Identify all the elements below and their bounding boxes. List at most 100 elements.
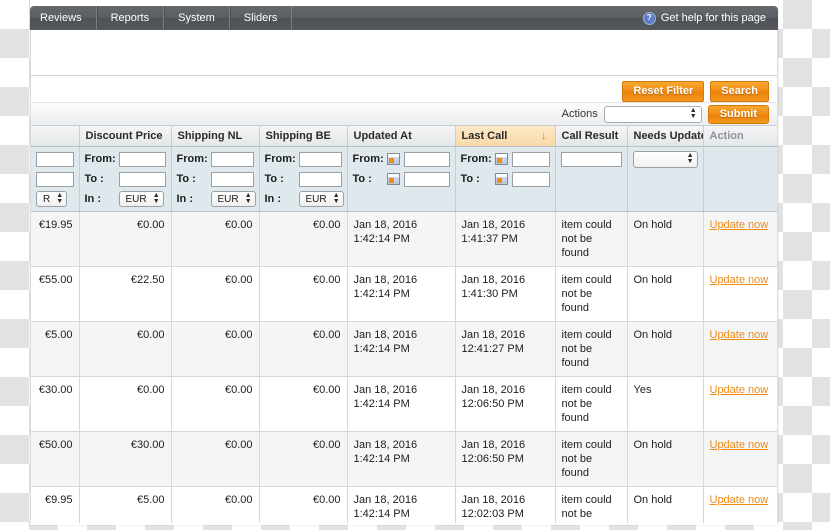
filter-price-from-input[interactable] [36,151,74,167]
filter-discount-to-line: To : [85,171,166,187]
filter-shipping-nl-currency-select[interactable]: EUR ▲ ▼ [210,191,256,207]
search-button[interactable]: Search [710,80,769,102]
table-row: €9.95 €5.00 €0.00 €0.00 Jan 18, 2016 1:42:14… [31,486,777,523]
filter-shipping-nl-to-input[interactable] [210,171,254,187]
cell-shipping-be: €0.00 [259,266,348,322]
cell-updated-at: Jan 18, 2016 1:42:14 PM [347,431,456,487]
stepper-arrows-icon: ▲ ▼ [152,192,160,205]
nav-tab-reviews[interactable]: Reviews [30,6,97,30]
update-now-link[interactable]: Update now [710,329,769,341]
filter-last-call-to-input[interactable] [511,171,550,187]
filter-call-result-input[interactable] [560,151,622,167]
cell-price: €55.00 [31,266,80,322]
filter-discount-currency-select[interactable]: EUR ▲ ▼ [118,191,164,207]
cell-action: Update now [703,431,777,487]
actions-select[interactable]: ▲ ▼ [603,105,702,123]
filter-cell-shipping-nl: From: To : In : EUR ▲ ▼ [171,146,260,212]
update-now-link[interactable]: Update now [710,439,769,451]
filter-shipping-be-currency-line: In : EUR ▲ ▼ [265,191,344,207]
calendar-icon[interactable] [494,153,508,165]
nav-tab-label: System [178,12,215,24]
column-header-action: Action [703,126,777,147]
filter-updated-from-input[interactable] [403,151,450,167]
grid-header-row: Discount Price Shipping NL Shipping BE U… [31,126,777,147]
column-header-call-result[interactable]: Call Result [555,126,628,147]
cell-discount-price: €0.00 [79,376,172,432]
table-row: €5.00 €0.00 €0.00 €0.00 Jan 18, 2016 1:42:14… [31,321,777,377]
cell-needs-update: On hold [627,431,704,487]
nav-tab-system[interactable]: System [164,6,230,30]
filter-needs-update-select[interactable]: ▲ ▼ [632,150,698,168]
stepper-arrows-icon: ▲ ▼ [689,107,697,120]
filter-discount-to-input[interactable] [118,171,166,187]
cell-shipping-be: €0.00 [259,431,348,487]
column-header-updated-at[interactable]: Updated At [347,126,456,147]
calendar-icon[interactable] [386,173,400,185]
cell-shipping-nl: €0.00 [171,486,260,523]
filter-shipping-nl-to-line: To : [177,171,254,187]
filter-price-currency-select[interactable]: R ▲ ▼ [36,191,68,207]
question-mark-icon: ? [642,11,656,25]
filter-from-label: From: [84,153,116,165]
column-header-last-call-label: Last Call [461,130,508,142]
sort-descending-icon: ↓ [541,130,547,142]
update-now-link[interactable]: Update now [710,274,769,286]
filter-discount-from-input[interactable] [118,151,166,167]
submit-button[interactable]: Submit [707,104,769,124]
cell-last-call: Jan 18, 2016 12:02:03 PM [455,486,556,523]
column-header-shipping-nl[interactable]: Shipping NL [171,126,260,147]
filter-needs-update-line: ▲ ▼ [632,150,698,168]
cell-shipping-nl: €0.00 [171,376,260,432]
cell-shipping-nl: €0.00 [171,266,260,322]
column-header-price[interactable] [31,126,80,147]
filter-shipping-be-currency-value: EUR [305,193,327,205]
cell-shipping-nl: €0.00 [171,211,260,267]
cell-price: €30.00 [31,376,80,432]
filter-shipping-be-from-input[interactable] [298,151,342,167]
filter-shipping-nl-from-input[interactable] [210,151,254,167]
get-help-link[interactable]: ? Get help for this page [635,6,778,30]
update-now-link[interactable]: Update now [710,219,769,231]
filter-shipping-nl-currency-line: In : EUR ▲ ▼ [177,191,256,207]
cell-last-call: Jan 18, 2016 1:41:30 PM [455,266,556,322]
cell-discount-price: €0.00 [79,211,172,267]
update-now-link[interactable]: Update now [710,384,769,396]
cell-price: €9.95 [31,486,80,523]
nav-tab-sliders[interactable]: Sliders [230,6,293,30]
update-now-link[interactable]: Update now [710,494,769,506]
table-row: €50.00 €30.00 €0.00 €0.00 Jan 18, 2016 1:42:… [31,431,777,487]
reset-filter-button[interactable]: Reset Filter [622,80,705,102]
cell-call-result: item could not be found [555,266,628,322]
filter-last-call-from-input[interactable] [511,151,550,167]
cell-updated-at: Jan 18, 2016 1:42:14 PM [347,266,456,322]
cell-call-result: item could not be found [555,431,628,487]
nav-tab-label: Reports [110,12,150,24]
stepper-arrows-icon: ▲ ▼ [332,192,340,205]
filter-button-bar: Reset Filter Search [31,76,777,102]
products-grid: Discount Price Shipping NL Shipping BE U… [31,126,777,523]
calendar-icon[interactable] [386,153,400,165]
stepper-arrows-icon: ▲ ▼ [56,192,64,205]
filter-cell-last-call: From: To : [455,146,556,212]
filter-cell-action [703,146,777,212]
column-header-last-call[interactable]: Last Call ↓ [455,126,556,147]
filter-to-label: To : [460,173,480,185]
cell-discount-price: €0.00 [79,321,172,377]
cell-shipping-be: €0.00 [259,376,348,432]
nav-tab-reports[interactable]: Reports [97,6,165,30]
calendar-icon[interactable] [494,173,508,185]
filter-updated-from-line: From: [353,151,450,167]
column-header-shipping-be[interactable]: Shipping BE [259,126,348,147]
cell-updated-at: Jan 18, 2016 1:42:14 PM [347,486,456,523]
cell-needs-update: On hold [627,266,704,322]
filter-shipping-nl-from-line: From: [177,151,254,167]
filter-shipping-be-currency-select[interactable]: EUR ▲ ▼ [298,191,344,207]
column-header-needs-update[interactable]: Needs Update [627,126,704,147]
page-container: Reviews Reports System Sliders ? Get hel… [30,0,778,525]
cell-last-call: Jan 18, 2016 12:06:50 PM [455,376,556,432]
filter-updated-to-input[interactable] [403,171,450,187]
column-header-discount-price[interactable]: Discount Price [79,126,172,147]
filter-shipping-be-to-input[interactable] [298,171,342,187]
filter-price-to-input[interactable] [36,171,74,187]
